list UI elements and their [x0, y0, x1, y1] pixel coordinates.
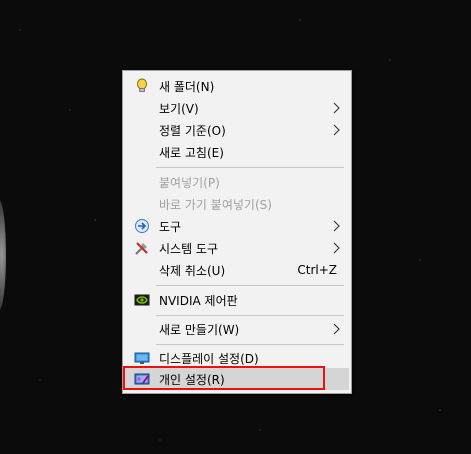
chevron-right-icon	[333, 242, 340, 254]
menu-item-undo-delete[interactable]: 삭제 취소(U) Ctrl+Z	[125, 259, 349, 281]
menu-item-refresh[interactable]: 새로 고침(E)	[125, 141, 349, 163]
menu-item-label: 도구	[159, 219, 182, 234]
menu-item-system-tools[interactable]: 시스템 도구	[125, 237, 349, 259]
highlight-annotation-box	[123, 366, 325, 390]
menu-separator	[156, 344, 344, 345]
menu-item-label: 정렬 기준(O)	[159, 123, 226, 138]
menu-item-sort-by[interactable]: 정렬 기준(O)	[125, 119, 349, 141]
menu-item-label: NVIDIA 제어판	[159, 293, 238, 308]
menu-item-label: 새로 만들기(W)	[159, 322, 240, 337]
menu-item-nvidia-control-panel[interactable]: NVIDIA 제어판	[125, 289, 349, 311]
menu-item-paste-shortcut[interactable]: 바로 가기 붙여넣기(S)	[125, 193, 349, 215]
chevron-right-icon	[333, 323, 340, 335]
tools-icon	[134, 240, 150, 256]
nvidia-icon	[134, 292, 150, 308]
bulb-icon	[134, 78, 150, 94]
menu-item-label: 새 폴더(N)	[159, 79, 215, 94]
menu-item-tools[interactable]: 도구	[125, 215, 349, 237]
menu-separator	[156, 167, 344, 168]
menu-separator	[156, 315, 344, 316]
menu-item-view[interactable]: 보기(V)	[125, 97, 349, 119]
menu-item-label: 시스템 도구	[159, 241, 219, 256]
chevron-right-icon	[333, 102, 340, 114]
arrow-right-icon	[134, 218, 150, 234]
menu-item-label: 새로 고침(E)	[159, 145, 224, 160]
chevron-right-icon	[333, 220, 340, 232]
menu-item-new[interactable]: 새로 만들기(W)	[125, 318, 349, 340]
menu-item-label: 바로 가기 붙여넣기(S)	[159, 197, 272, 212]
menu-item-label: 삭제 취소(U)	[159, 263, 226, 278]
menu-item-new-folder[interactable]: 새 폴더(N)	[125, 75, 349, 97]
desktop-planet-edge	[0, 200, 6, 310]
menu-item-label: 붙여넣기(P)	[159, 175, 220, 190]
menu-item-label: 디스플레이 설정(D)	[159, 351, 259, 366]
chevron-right-icon	[333, 124, 340, 136]
display-icon	[134, 350, 150, 366]
menu-separator	[156, 285, 344, 286]
menu-item-label: 보기(V)	[159, 101, 199, 116]
menu-item-paste[interactable]: 붙여넣기(P)	[125, 171, 349, 193]
menu-item-shortcut: Ctrl+Z	[297, 263, 337, 277]
desktop-context-menu: 새 폴더(N) 보기(V) 정렬 기준(O) 새로 고침(E) 붙여넣기(P) …	[122, 70, 352, 394]
